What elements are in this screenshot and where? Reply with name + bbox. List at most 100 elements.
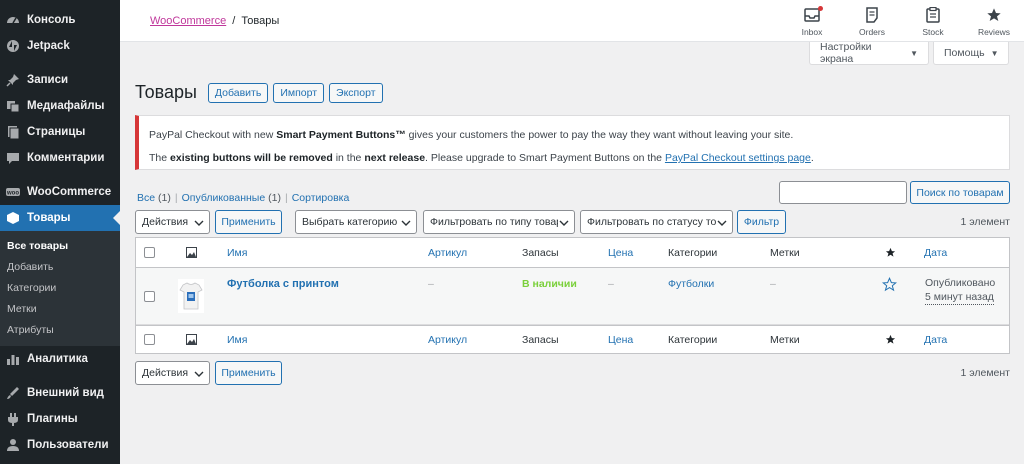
row-checkbox[interactable] [144, 290, 155, 302]
view-sorting-link[interactable]: Сортировка [292, 192, 350, 204]
product-name-link[interactable]: Футболка с принтом [227, 278, 339, 290]
sidebar-item-console[interactable]: Консоль [0, 7, 120, 33]
view-count: (1) [268, 192, 281, 204]
column-date[interactable]: Дата [924, 326, 947, 353]
breadcrumb-current: Товары [241, 15, 280, 27]
notice-line-1: PayPal Checkout with new Smart Payment B… [149, 124, 999, 147]
dashboard-icon [6, 13, 20, 27]
search-products-button[interactable]: Поиск по товарам [910, 181, 1010, 204]
product-search-input[interactable] [779, 181, 907, 204]
sidebar-item-label: Страницы [27, 126, 86, 138]
product-date: Опубликовано 5 минут назад [925, 268, 995, 324]
notice-line-2: The existing buttons will be removed in … [149, 147, 999, 170]
filter-button[interactable]: Фильтр [737, 210, 786, 234]
products-icon [6, 211, 20, 225]
stock-status-select[interactable]: Фильтровать по статусу товара [580, 210, 733, 234]
export-button[interactable]: Экспорт [329, 82, 383, 103]
plugin-icon [6, 412, 20, 426]
sidebar-item-products[interactable]: Товары [0, 205, 120, 231]
table-header-row: Имя Артикул Запасы Цена Категории Метки … [136, 238, 1009, 268]
product-type-select[interactable]: Фильтровать по типу товара [423, 210, 575, 234]
paypal-settings-link[interactable]: PayPal Checkout settings page [665, 152, 811, 164]
submenu-add-product[interactable]: Добавить [0, 256, 120, 277]
chevron-down-icon [194, 220, 204, 226]
stock-icon [910, 6, 956, 24]
column-sku[interactable]: Артикул [428, 326, 467, 353]
caret-down-icon: ▼ [910, 48, 918, 58]
svg-text:woo: woo [6, 191, 19, 197]
submenu-all-products[interactable]: Все товары [0, 235, 120, 256]
tablenav-bottom: Действия Применить 1 элемент [135, 361, 1010, 385]
view-published-link[interactable]: Опубликованные (1) [182, 192, 281, 204]
column-name[interactable]: Имя [227, 238, 247, 267]
featured-star-icon[interactable] [882, 268, 897, 324]
sidebar-item-label: Товары [27, 212, 71, 224]
column-tags: Метки [770, 333, 800, 346]
notice-bold: next release [364, 152, 426, 164]
activity-inbox[interactable]: Inbox [789, 6, 835, 37]
apply-bulk-button[interactable]: Применить [215, 210, 282, 234]
import-button[interactable]: Импорт [273, 82, 325, 103]
sidebar-item-label: Медиафайлы [27, 100, 105, 112]
product-thumbnail[interactable] [178, 268, 204, 324]
star-icon [971, 6, 1017, 24]
product-price: – [608, 278, 614, 290]
sidebar-item-label: Jetpack [27, 40, 70, 52]
column-name[interactable]: Имя [227, 326, 247, 353]
tablenav-top: Действия Применить Выбрать категорию Фил… [135, 210, 1010, 234]
category-select[interactable]: Выбрать категорию [295, 210, 417, 234]
tshirt-image [178, 279, 204, 313]
product-tags: – [770, 278, 776, 290]
breadcrumb-woocommerce-link[interactable]: WooCommerce [150, 15, 226, 27]
sidebar-item-appearance[interactable]: Внешний вид [0, 380, 120, 406]
sidebar-item-jetpack[interactable]: Jetpack [0, 33, 120, 59]
bulk-action-select-bottom[interactable]: Действия [135, 361, 210, 385]
sidebar-item-woocommerce[interactable]: woo WooCommerce [0, 179, 120, 205]
featured-column-icon[interactable] [885, 326, 896, 353]
select-all-checkbox-footer[interactable] [144, 334, 155, 345]
activity-label: Inbox [801, 27, 823, 37]
screen-options-toggle[interactable]: Настройки экрана ▼ [809, 41, 929, 65]
submenu-tags[interactable]: Метки [0, 298, 120, 319]
help-toggle[interactable]: Помощь ▼ [933, 42, 1009, 65]
view-all-link[interactable]: Все (1) [137, 192, 171, 204]
column-price[interactable]: Цена [608, 326, 633, 353]
breadcrumb: WooCommerce / Товары [150, 15, 279, 27]
submenu-attributes[interactable]: Атрибуты [0, 319, 120, 340]
caret-down-icon: ▼ [990, 48, 999, 58]
column-stock: Запасы [522, 246, 559, 259]
sidebar-item-posts[interactable]: Записи [0, 67, 120, 93]
column-price[interactable]: Цена [608, 238, 633, 267]
screen-options-label: Настройки экрана [820, 41, 872, 65]
column-date[interactable]: Дата [924, 238, 947, 267]
view-count: (1) [158, 192, 171, 204]
sidebar-item-analytics[interactable]: Аналитика [0, 346, 120, 372]
column-sku[interactable]: Артикул [428, 238, 467, 267]
sidebar-item-label: Консоль [27, 14, 76, 26]
activity-reviews[interactable]: Reviews [971, 6, 1017, 37]
notice-text: in the [332, 152, 365, 164]
sidebar-item-plugins[interactable]: Плагины [0, 406, 120, 432]
chevron-down-icon [194, 371, 204, 377]
sidebar-item-comments[interactable]: Комментарии [0, 145, 120, 171]
bulk-action-select[interactable]: Действия [135, 210, 210, 234]
select-all-checkbox[interactable] [144, 247, 155, 258]
products-submenu: Все товары Добавить Категории Метки Атри… [0, 231, 120, 346]
activity-stock[interactable]: Stock [910, 6, 956, 37]
items-count: 1 элемент [960, 216, 1010, 228]
apply-bulk-button-bottom[interactable]: Применить [215, 361, 282, 385]
sidebar-item-pages[interactable]: Страницы [0, 119, 120, 145]
activity-orders[interactable]: Orders [849, 6, 895, 37]
featured-column-icon[interactable] [885, 238, 896, 267]
sidebar-item-label: Комментарии [27, 152, 105, 164]
sidebar-item-media[interactable]: Медиафайлы [0, 93, 120, 119]
select-value: Выбрать категорию [302, 216, 398, 228]
select-value: Фильтровать по типу товара [430, 216, 558, 228]
add-product-button[interactable]: Добавить [207, 82, 269, 103]
users-icon [6, 438, 20, 452]
product-category-link[interactable]: Футболки [668, 278, 714, 290]
submenu-categories[interactable]: Категории [0, 277, 120, 298]
breadcrumb-separator: / [232, 15, 236, 27]
sidebar-item-users[interactable]: Пользователи [0, 432, 120, 458]
admin-sidebar: Консоль Jetpack Записи Медиафайлы Страни… [0, 0, 120, 464]
